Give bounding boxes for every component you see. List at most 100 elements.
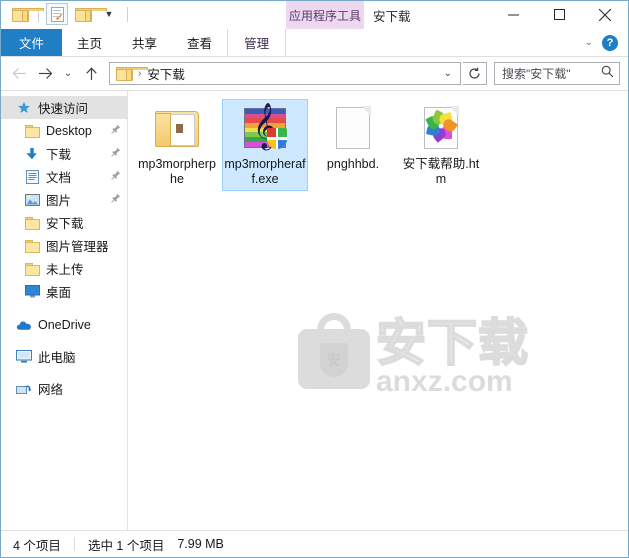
- search-input[interactable]: 搜索"安下载": [494, 62, 620, 85]
- folder-icon: [23, 262, 41, 276]
- address-bar: ⌄ › 安下载 ⌄ 搜索"安下载": [1, 57, 628, 90]
- sidebar-item-label: 下载: [46, 148, 72, 162]
- contextual-group-label: 应用程序工具: [288, 8, 361, 23]
- sidebar-item-onedrive[interactable]: OneDrive: [1, 313, 127, 336]
- sidebar-gap-1: [1, 303, 127, 313]
- minimize-icon[interactable]: [490, 1, 536, 28]
- chevron-down-icon[interactable]: ⌄: [585, 37, 593, 48]
- file-list-pane[interactable]: 安 安下载 anxz.com mp3morpherphe 𝄞 mp3morphe…: [128, 91, 628, 530]
- html-pinwheel-icon: [417, 104, 465, 152]
- sidebar-item-not-uploaded[interactable]: 未上传: [1, 257, 127, 280]
- up-arrow-icon[interactable]: [79, 62, 103, 86]
- search-icon[interactable]: [601, 65, 614, 83]
- sidebar-item-desktop-en[interactable]: Desktop: [1, 119, 127, 142]
- this-pc-icon: [15, 350, 33, 363]
- sidebar-item-label: 图片: [46, 194, 72, 208]
- sidebar-item-network[interactable]: 网络: [1, 377, 127, 400]
- tab-file-label: 文件: [19, 37, 45, 51]
- breadcrumb[interactable]: › 安下载 ⌄: [109, 62, 461, 85]
- new-folder-icon[interactable]: [72, 3, 107, 25]
- pin-icon[interactable]: [111, 124, 121, 137]
- sidebar-gap-2: [1, 336, 127, 345]
- list-item[interactable]: 𝄞 mp3morpheraff.exe: [222, 99, 308, 191]
- folder-icon: [23, 239, 41, 253]
- status-divider: [73, 537, 75, 551]
- pin-icon[interactable]: [111, 193, 121, 206]
- tab-manage[interactable]: 管理: [227, 29, 287, 56]
- ribbon-spacer: [286, 29, 585, 56]
- title-bar: ✓ ▼ 应用程序工具 安下载: [1, 1, 628, 29]
- sidebar-item-pictures[interactable]: 图片: [1, 188, 127, 211]
- tab-home-label: 主页: [77, 37, 103, 51]
- pin-icon[interactable]: [111, 147, 121, 160]
- tab-file[interactable]: 文件: [1, 29, 63, 56]
- file-name: mp3morpheraff.exe: [224, 157, 306, 186]
- properties-icon[interactable]: ✓: [46, 3, 68, 25]
- watermark-shield-char: 安: [320, 343, 348, 377]
- file-name: mp3morpherphe: [138, 157, 216, 186]
- customize-caret-icon[interactable]: ▼: [98, 3, 120, 25]
- pin-icon[interactable]: [111, 170, 121, 183]
- sidebar-item-anxiazai[interactable]: 安下载: [1, 211, 127, 234]
- status-size: 7.99 MB: [177, 537, 224, 551]
- sidebar-item-quick-access[interactable]: 快速访问: [1, 96, 127, 119]
- watermark-bag-icon: 安: [298, 313, 370, 389]
- sidebar-item-picture-manager[interactable]: 图片管理器: [1, 234, 127, 257]
- window-title: 安下载: [373, 10, 411, 24]
- file-name: 安下载帮助.htm: [402, 157, 480, 186]
- refresh-icon[interactable]: [463, 62, 487, 85]
- navigation-pane: 快速访问 Desktop 下载 文档 图片 安下载 图片管理器 未上传 桌面 O…: [1, 91, 128, 530]
- sidebar-item-label: 快速访问: [38, 102, 89, 116]
- quick-access-toolbar: ✓ ▼: [1, 1, 131, 27]
- sidebar-item-desktop-cn[interactable]: 桌面: [1, 280, 127, 303]
- sidebar-item-label: 未上传: [46, 263, 84, 277]
- tab-view-label: 查看: [187, 37, 213, 51]
- onedrive-cloud-icon: [15, 319, 33, 331]
- sidebar-item-label: 安下载: [46, 217, 84, 231]
- sidebar-item-this-pc[interactable]: 此电脑: [1, 345, 127, 368]
- pin-star-icon: [15, 101, 33, 115]
- ribbon-right-controls: ⌄ ?: [585, 29, 628, 56]
- toolbar-divider-2: [127, 6, 128, 22]
- help-icon[interactable]: ?: [602, 34, 618, 51]
- file-name: pnghhbd.: [326, 157, 380, 171]
- sidebar-item-downloads[interactable]: 下载: [1, 142, 127, 165]
- status-item-count: 4 个项目: [13, 538, 61, 553]
- recent-locations-icon[interactable]: ⌄: [59, 62, 77, 86]
- forward-arrow-icon[interactable]: [33, 62, 57, 86]
- tab-view[interactable]: 查看: [172, 29, 227, 56]
- close-icon[interactable]: [582, 1, 628, 28]
- folder-icon: [23, 124, 41, 138]
- tab-manage-label: 管理: [244, 37, 270, 51]
- status-selection: 选中 1 个项目: [87, 538, 165, 553]
- maximize-icon[interactable]: [536, 1, 582, 28]
- ribbon-tabs: 文件 主页 共享 查看 管理 ⌄ ?: [1, 29, 628, 57]
- watermark-en: anxz.com: [376, 365, 513, 398]
- tab-home[interactable]: 主页: [62, 29, 117, 56]
- list-item[interactable]: pnghhbd.: [310, 99, 396, 191]
- tab-share-label: 共享: [132, 37, 158, 51]
- list-item[interactable]: 安下载帮助.htm: [398, 99, 484, 191]
- documents-icon: [23, 169, 41, 184]
- chevron-down-icon[interactable]: ⌄: [444, 68, 456, 79]
- folder-icon[interactable]: [9, 3, 44, 25]
- sidebar-item-label: Desktop: [46, 123, 92, 138]
- mp3-morpher-app-icon: 𝄞: [241, 104, 289, 152]
- folder-with-page-icon: [153, 104, 201, 152]
- folder-icon: [23, 216, 41, 230]
- list-item[interactable]: mp3morpherphe: [134, 99, 220, 191]
- sidebar-item-label: 桌面: [46, 286, 72, 300]
- window-controls: [490, 1, 628, 28]
- sidebar-item-documents[interactable]: 文档: [1, 165, 127, 188]
- explorer-window: ✓ ▼ 应用程序工具 安下载 文件 主页 共享 查看 管理 ⌄ ? ⌄ › 安下…: [0, 0, 629, 558]
- tab-share[interactable]: 共享: [117, 29, 172, 56]
- sidebar-item-label: 此电脑: [38, 351, 76, 365]
- sidebar-item-label: 文档: [46, 171, 72, 185]
- folder-icon: [116, 65, 148, 83]
- sidebar-item-label: 网络: [38, 383, 64, 397]
- status-bar: 4 个项目 选中 1 个项目 7.99 MB: [1, 530, 628, 557]
- back-arrow-icon[interactable]: [7, 62, 31, 86]
- contextual-tab-group: 应用程序工具: [286, 1, 364, 29]
- pictures-icon: [23, 193, 41, 206]
- sidebar-gap-3: [1, 368, 127, 377]
